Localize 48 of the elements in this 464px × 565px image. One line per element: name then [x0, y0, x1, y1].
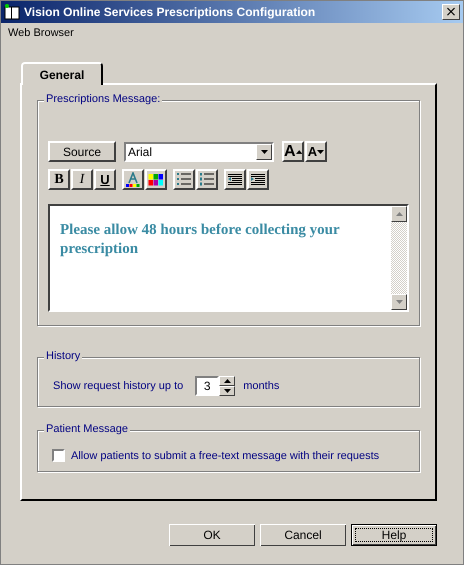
italic-button[interactable]: I [71, 169, 93, 190]
message-editor[interactable]: Please allow 48 hours before collecting your prescription [48, 204, 409, 312]
numbered-list-button[interactable] [196, 169, 218, 190]
scroll-down-icon [396, 300, 402, 304]
bullet-list-icon [177, 173, 191, 186]
scroll-up-icon [396, 212, 402, 216]
italic-glyph: I [80, 172, 84, 188]
tab[interactable]: General [21, 62, 103, 85]
indent-icon [251, 173, 265, 186]
message-text: Please allow 48 hours before collecting your prescription [59, 221, 340, 259]
history-label: Show request history up to [53, 380, 184, 392]
bullet-list-button[interactable] [173, 169, 195, 190]
text-color-icon [125, 172, 141, 188]
group-title: Prescriptions Message: [44, 93, 162, 105]
color-palette-icon [148, 172, 164, 186]
underline-glyph: U [100, 172, 110, 187]
arrow-icon [317, 150, 324, 154]
scrollbar[interactable] [391, 206, 407, 310]
outdent-button[interactable] [224, 169, 246, 190]
outdent-icon [228, 173, 242, 186]
months-spinner[interactable]: 3 [195, 376, 220, 396]
group-title: Patient Message [44, 423, 130, 435]
arrow-icon [296, 150, 302, 154]
checkbox-label: Allow patients to submit a free-text message with their requests [71, 450, 380, 462]
dropdown-arrow-icon [260, 150, 268, 154]
window-title: Vision Online Services Prescriptions Configuration [24, 5, 316, 19]
bold-button[interactable]: B [48, 169, 70, 190]
highlight-color-button[interactable] [145, 169, 167, 190]
increase-font-button[interactable]: A [282, 141, 304, 162]
decrease-font-button[interactable]: A [305, 141, 327, 162]
close-button[interactable]: × [442, 4, 460, 20]
underline-button[interactable]: U [94, 169, 116, 190]
menu-item[interactable]: Web Browser [8, 27, 74, 39]
window-icon [4, 4, 20, 20]
source-button[interactable]: Source [48, 141, 116, 162]
group-title: History [44, 350, 82, 362]
indent-button[interactable] [247, 169, 269, 190]
dialog-button[interactable]: Cancel [260, 524, 346, 546]
bold-glyph: B [54, 172, 64, 188]
spin-up-icon [224, 379, 231, 383]
spin-down-icon [224, 389, 231, 393]
font-dropdown[interactable]: Arial [124, 142, 274, 162]
dialog-button[interactable]: OK [169, 524, 255, 546]
numbered-list-icon [200, 173, 214, 186]
text-color-button[interactable] [122, 169, 144, 190]
unit-label: months [243, 380, 280, 392]
dialog-button[interactable]: Help [351, 524, 437, 546]
checkbox[interactable] [52, 449, 65, 462]
